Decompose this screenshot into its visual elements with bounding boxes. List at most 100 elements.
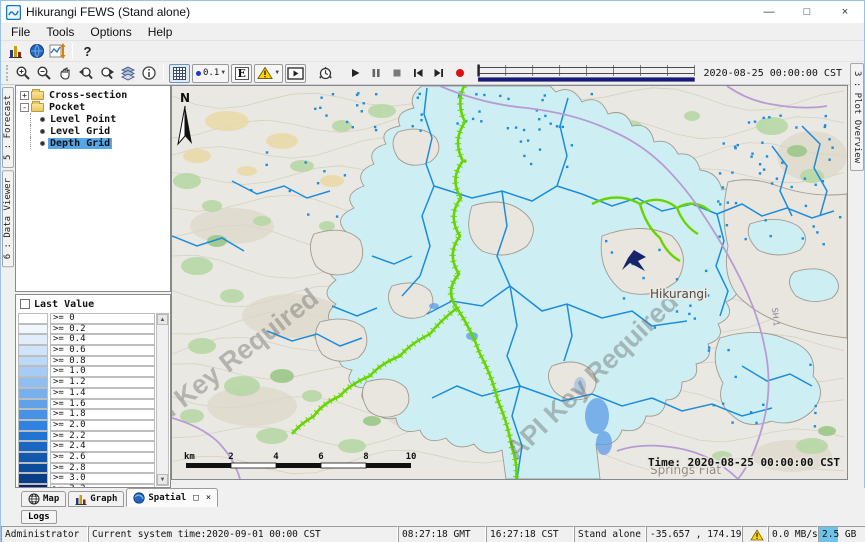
tab-close-icon[interactable]: × (206, 493, 211, 503)
legend-label: >= 2.0 (50, 420, 155, 431)
legend-row: >= 0.6 (18, 345, 155, 356)
tree-item-depth-grid[interactable]: Depth Grid (16, 137, 170, 149)
pan-button[interactable] (54, 64, 75, 83)
layers-button[interactable] (117, 64, 138, 83)
hand-icon (57, 65, 73, 81)
dot-icon (195, 70, 202, 77)
zoom-in-button[interactable] (12, 64, 33, 83)
status-user: Administrator (1, 526, 88, 542)
zoom-out-button[interactable] (33, 64, 54, 83)
legend-label: >= 2.4 (50, 441, 155, 452)
go-to-end-button[interactable] (428, 64, 449, 83)
tab-spatial[interactable]: Spatial □ × (126, 488, 218, 507)
scale-tick-label: 6 (318, 452, 323, 462)
scroll-up-icon[interactable]: ▲ (157, 314, 168, 325)
legend-label: >= 0.2 (50, 324, 155, 335)
minimize-button[interactable]: — (750, 1, 788, 23)
tab-graph[interactable]: Graph (68, 491, 124, 507)
zoom-previous-button[interactable] (75, 64, 96, 83)
legend-scrollbar[interactable]: ▲ ▼ (156, 313, 169, 486)
globe-blue-icon (133, 492, 145, 504)
menu-help[interactable]: Help (140, 23, 181, 41)
last-value-checkbox[interactable] (20, 299, 30, 309)
tab-6-data-viewer[interactable]: 6 : Data Viewer (2, 170, 14, 267)
menu-options[interactable]: Options (82, 23, 139, 41)
filter-tree[interactable]: + Cross-section-PocketLevel PointLevel Gr… (15, 85, 171, 292)
legend-row: >= 1.2 (18, 377, 155, 388)
current-time-display: 2020-08-25 00:00:00 CST (704, 68, 842, 79)
legend-row: >= 0.4 (18, 334, 155, 345)
go-to-start-button[interactable] (407, 64, 428, 83)
svg-text:N: N (180, 91, 190, 105)
menu-tools[interactable]: Tools (38, 23, 82, 41)
scale-tick-label: 4 (273, 452, 279, 462)
tree-item-label: Cross-section (47, 90, 129, 101)
legend-row: >= 2.8 (18, 463, 155, 474)
last-value-row: Last Value (18, 297, 168, 311)
status-memory: 2.5 GB (818, 526, 865, 542)
record-button[interactable] (449, 64, 470, 83)
scroll-down-icon[interactable]: ▼ (157, 474, 168, 485)
tree-item-label: Depth Grid (48, 138, 112, 149)
legend-swatch (18, 313, 48, 324)
maximize-button[interactable]: □ (788, 1, 826, 23)
toolbar-separator (72, 43, 73, 59)
data-explorer-button[interactable] (5, 42, 26, 61)
folder-icon (31, 103, 44, 112)
menu-bar: FileToolsOptionsHelp (1, 23, 864, 41)
clock-icon (317, 65, 334, 81)
labels-toggle-button[interactable]: E (231, 64, 252, 83)
timeseries-dialog-button[interactable] (47, 42, 68, 61)
tab-maximize-icon[interactable]: □ (193, 493, 198, 503)
classbreak-interval-dropdown[interactable]: 0.1 ▼ (192, 64, 229, 83)
layers-icon (120, 65, 136, 81)
status-mode: Stand alone (574, 526, 646, 542)
play-button[interactable] (344, 64, 365, 83)
chevron-down-icon: ▼ (274, 70, 280, 76)
time-slider-handle[interactable] (478, 65, 480, 77)
help-button[interactable]: ? (77, 42, 98, 61)
pause-button[interactable] (365, 64, 386, 83)
logs-button[interactable]: Logs (21, 510, 57, 524)
legend-label: >= 1.2 (50, 377, 155, 388)
tree-item-level-grid[interactable]: Level Grid (16, 125, 170, 137)
menu-file[interactable]: File (3, 23, 38, 41)
legend-row: >= 2.6 (18, 452, 155, 463)
record-icon (453, 66, 467, 80)
animation-export-button[interactable] (285, 64, 306, 83)
tab-map[interactable]: Map (21, 491, 66, 507)
status-warning[interactable] (742, 526, 768, 542)
info-button[interactable] (138, 64, 159, 83)
set-time-button[interactable] (315, 64, 336, 83)
toolbar-grip[interactable] (6, 65, 9, 81)
time-slider[interactable] (476, 63, 697, 83)
zoom-next-button[interactable] (96, 64, 117, 83)
legend-panel: Last Value >= 0>= 0.2>= 0.4>= 0.6>= 0.8>… (15, 294, 171, 488)
bullet-icon (40, 129, 45, 134)
tree-item-cross-section[interactable]: + Cross-section (16, 89, 170, 101)
tree-item-level-point[interactable]: Level Point (16, 113, 170, 125)
tab-5-forecast[interactable]: 5 : Forecast (2, 87, 14, 168)
workspace: 5 : Forecast 6 : Data Viewer + Cross-secti… (1, 85, 865, 488)
tab-plot-overview[interactable]: 3 : Plot Overview (850, 63, 864, 171)
map-display-button[interactable] (26, 42, 47, 61)
bullet-icon (40, 117, 45, 122)
tree-item-pocket[interactable]: -Pocket (16, 101, 170, 113)
legend-swatch (18, 345, 48, 356)
stop-button[interactable] (386, 64, 407, 83)
tree-toggle-icon[interactable]: + (20, 91, 29, 100)
warnings-dropdown[interactable]: ▼ (254, 64, 283, 83)
left-panel: + Cross-section-PocketLevel PointLevel Gr… (15, 85, 171, 488)
stop-icon (390, 66, 404, 80)
close-button[interactable]: × (826, 1, 864, 23)
legend-label: >= 2.2 (50, 431, 155, 442)
grid-display-button[interactable] (169, 64, 190, 83)
tree-toggle-icon[interactable]: - (20, 103, 29, 112)
info-icon (141, 65, 157, 81)
legend-swatch (18, 463, 48, 474)
warning-triangle-icon (257, 66, 273, 80)
globe-wireframe-icon (28, 493, 40, 505)
legend-label: >= 1.8 (50, 409, 155, 420)
map-canvas[interactable]: API Key Required API Key Required Hikura… (172, 86, 847, 479)
movie-player-icon (287, 67, 304, 80)
